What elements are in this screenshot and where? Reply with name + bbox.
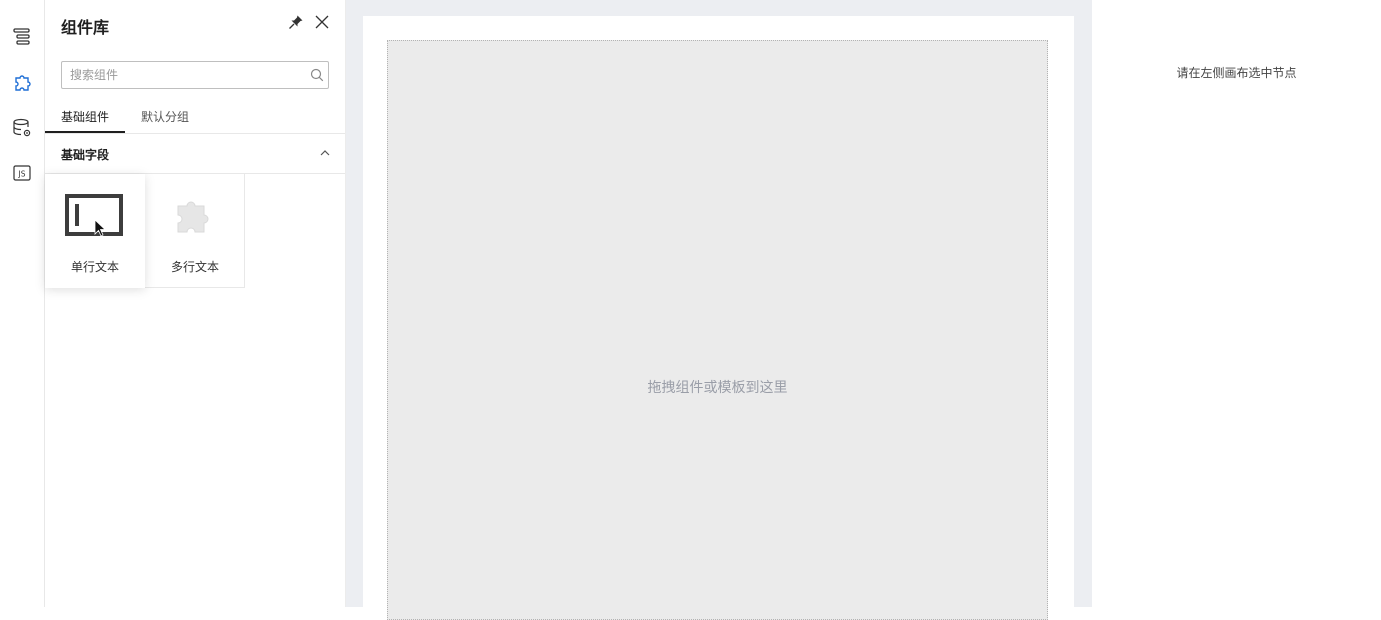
panel-title: 组件库 [61,18,110,37]
settings-empty-hint: 请在左侧画布选中节点 [1176,66,1297,80]
drop-hint: 拖拽组件或模板到这里 [647,380,788,396]
left-icon-rail: JS [0,0,45,607]
tab-default-group[interactable]: 默认分组 [125,102,205,132]
puzzle-placeholder-icon [165,194,223,238]
canvas-area: 拖拽组件或模板到这里 [346,0,1092,620]
drop-zone[interactable]: 拖拽组件或模板到这里 [387,40,1048,620]
settings-panel: 请在左侧画布选中节点 [1092,0,1381,607]
component-label: 多行文本 [170,260,219,274]
tab-basic-components[interactable]: 基础组件 [45,102,126,133]
outline-tree-icon [13,28,30,45]
group-title: 基础字段 [61,148,110,162]
js-code-icon: JS [13,165,31,181]
pin-button[interactable] [287,13,305,31]
close-panel-button[interactable] [313,13,331,31]
component-multi-line-text[interactable]: 多行文本 [145,174,245,288]
search-icon[interactable] [306,68,328,82]
component-tabs: 基础组件 默认分组 [45,102,345,134]
component-single-line-text[interactable]: 单行文本 [45,174,145,288]
component-library-button[interactable] [8,68,36,96]
component-grid: 单行文本 多行文本 [45,174,245,288]
component-library-panel: 组件库 基础组件 默认分组 基础字段 [45,0,346,607]
puzzle-component-icon [15,75,31,91]
chevron-up-icon[interactable] [317,145,333,161]
group-header-basic-fields[interactable]: 基础字段 [45,133,345,174]
canvas-sheet: 拖拽组件或模板到这里 [363,16,1074,620]
search-box [61,61,329,89]
panel-actions [287,13,331,31]
datasource-button[interactable] [8,114,36,142]
single-line-text-icon [65,194,123,238]
js-code-button[interactable]: JS [8,159,36,187]
pin-icon [289,15,303,29]
js-icon-label: JS [18,170,26,179]
component-label: 单行文本 [70,260,119,274]
outline-tree-button[interactable] [8,22,36,50]
datasource-icon [13,118,31,137]
close-icon [315,15,329,29]
search-input[interactable] [62,63,306,87]
